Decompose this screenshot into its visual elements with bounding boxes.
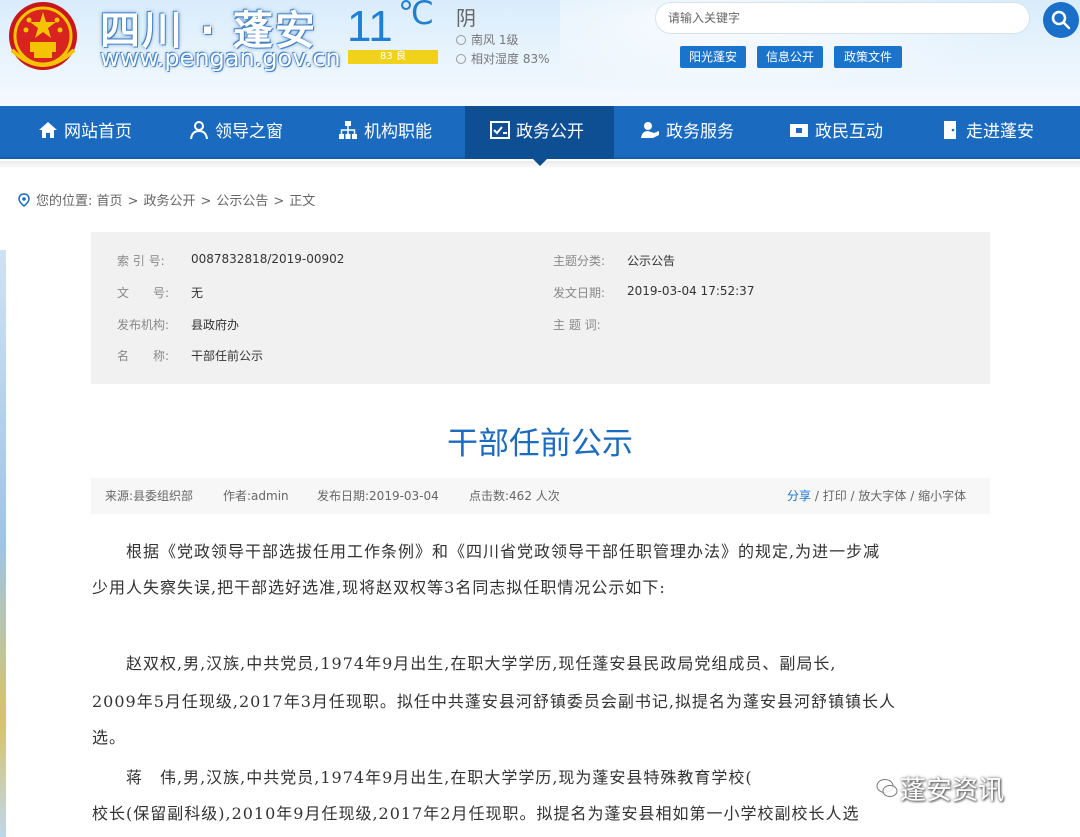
nav-label: 机构职能 xyxy=(364,122,432,142)
site-header: 四川 · 蓬安 www.pengan.gov.cn 11 ℃ 83 良 阴 南风… xyxy=(0,0,1080,106)
article-tools: 分享 / 打印 / 放大字体 / 缩小字体 xyxy=(787,489,967,503)
main-nav: 网站首页 领导之窗 机构职能 政务公开 政务服务 政民互动 走进蓬安 xyxy=(0,106,1080,159)
breadcrumb-separator: > xyxy=(127,194,139,209)
search-input[interactable]: 请输入关键字 xyxy=(655,2,1030,34)
enlarge-font-link[interactable]: 放大字体 xyxy=(858,489,906,503)
nav-label: 政务服务 xyxy=(666,122,734,142)
background-strip xyxy=(0,250,6,837)
article-paragraph-line: 少用人失察失误,把干部选好选准,现将赵双权等3名同志拟任职情况公示如下: xyxy=(92,578,666,597)
person-icon xyxy=(190,121,208,140)
print-link[interactable]: 打印 xyxy=(823,489,847,503)
article-author: 作者:admin xyxy=(223,489,289,503)
breadcrumb-home[interactable]: 首页 xyxy=(97,194,123,209)
checklist-icon xyxy=(490,121,510,139)
location-pin-icon xyxy=(18,193,30,207)
wechat-icon xyxy=(876,779,898,797)
doc-number-label: 文 号: xyxy=(117,286,170,300)
publisher-value: 县政府办 xyxy=(191,318,240,332)
nav-shadow xyxy=(0,161,1080,169)
article-source: 来源:县委组织部 xyxy=(105,489,194,503)
article-clicks: 点击数:462 人次 xyxy=(469,489,560,503)
interaction-icon xyxy=(790,124,808,137)
nav-item-home[interactable]: 网站首页 xyxy=(38,106,132,159)
temperature: 11 xyxy=(347,2,393,51)
door-icon xyxy=(944,121,956,139)
topic-value: 公示公告 xyxy=(627,254,676,268)
keyword-label: 主 题 词: xyxy=(553,318,601,332)
search-button[interactable] xyxy=(1043,2,1079,38)
document-metadata: 索 引 号: 0087832818/2019-00902 文 号: 无 发布机构… xyxy=(91,232,990,384)
article-title: 干部任前公示 xyxy=(447,426,633,462)
service-icon xyxy=(641,122,659,138)
publisher-label: 发布机构: xyxy=(117,318,170,332)
nav-label: 政务公开 xyxy=(516,122,584,142)
temperature-unit: ℃ xyxy=(398,0,434,31)
article-paragraph-line: 根据《党政领导干部选拔任用工作条例》和《四川省党政领导干部任职管理办法》的规定,… xyxy=(92,542,881,561)
topic-label: 主题分类: xyxy=(553,254,606,268)
article-date: 发布日期:2019-03-04 xyxy=(317,489,439,503)
nav-label: 领导之窗 xyxy=(215,122,283,142)
nav-item-about-pengan[interactable]: 走进蓬安 xyxy=(940,106,1034,159)
index-number-label: 索 引 号: xyxy=(117,254,165,268)
wind-info: 南风 1级 xyxy=(456,31,518,48)
wind-text: 南风 1级 xyxy=(471,33,519,47)
nav-item-interaction[interactable]: 政民互动 xyxy=(789,106,883,159)
article-paragraph-line: 2009年5月任现级,2017年3月任现职。拟任中共蓬安县河舒镇委员会副书记,拟… xyxy=(92,692,896,711)
nav-label: 走进蓬安 xyxy=(966,122,1034,142)
doc-name-label: 名 称: xyxy=(117,349,170,363)
breadcrumb: 您的位置: 首页 > 政务公开 > 公示公告 > 正文 xyxy=(18,190,315,209)
quick-link-policy-docs[interactable]: 政策文件 xyxy=(834,46,902,68)
breadcrumb-current: 正文 xyxy=(289,194,316,209)
article-paragraph-line: 蒋 伟,男,汉族,中共党员,1974年9月出生,在职大学学历,现为蓬安县特殊教育… xyxy=(92,768,753,787)
home-icon xyxy=(39,122,57,138)
article-paragraph-line: 赵双权,男,汉族,中共党员,1974年9月出生,在职大学学历,现任蓬安县民政局党… xyxy=(92,654,837,673)
site-url: www.pengan.gov.cn xyxy=(100,44,341,72)
index-number-value: 0087832818/2019-00902 xyxy=(191,252,345,266)
nav-label: 网站首页 xyxy=(64,122,132,142)
doc-name-value: 干部任前公示 xyxy=(191,349,264,363)
issue-date-value: 2019-03-04 17:52:37 xyxy=(627,284,755,298)
breadcrumb-prefix: 您的位置: xyxy=(36,194,93,209)
article-paragraph-line: 选。 xyxy=(92,728,127,747)
issue-date-label: 发文日期: xyxy=(553,286,606,300)
droplet-icon xyxy=(456,54,466,64)
weather-condition: 阴 xyxy=(456,6,476,30)
quick-link-sunshine[interactable]: 阳光蓬安 xyxy=(680,46,746,68)
search-icon xyxy=(1051,10,1071,30)
humidity-info: 相对湿度 83% xyxy=(456,50,550,67)
air-quality-badge: 83 良 xyxy=(348,50,438,64)
humidity-text: 相对湿度 83% xyxy=(471,52,550,66)
quick-link-info-disclosure[interactable]: 信息公开 xyxy=(757,46,823,68)
article-paragraph-line: 校长(保留副科级),2010年9月任现级,2017年2月任现职。拟提名为蓬安县相… xyxy=(92,804,860,823)
breadcrumb-separator: > xyxy=(273,194,285,209)
nav-item-institutions[interactable]: 机构职能 xyxy=(338,106,432,159)
wind-icon xyxy=(456,35,466,45)
doc-number-value: 无 xyxy=(191,286,204,300)
breadcrumb-announcements[interactable]: 公示公告 xyxy=(216,194,268,209)
share-link[interactable]: 分享 xyxy=(787,489,811,503)
nav-item-government-affairs[interactable]: 政务公开 xyxy=(465,106,614,159)
nav-item-services[interactable]: 政务服务 xyxy=(640,106,734,159)
breadcrumb-separator: > xyxy=(200,194,212,209)
nav-item-leaders[interactable]: 领导之窗 xyxy=(189,106,283,159)
watermark-text: 蓬安资讯 xyxy=(900,776,1005,806)
national-emblem-icon xyxy=(9,2,77,70)
shrink-font-link[interactable]: 缩小字体 xyxy=(918,489,966,503)
article-info-bar: 来源:县委组织部 作者:admin 发布日期:2019-03-04 点击数:46… xyxy=(91,478,990,514)
nav-label: 政民互动 xyxy=(815,122,883,142)
org-chart-icon xyxy=(339,121,357,139)
breadcrumb-government-affairs[interactable]: 政务公开 xyxy=(143,194,195,209)
